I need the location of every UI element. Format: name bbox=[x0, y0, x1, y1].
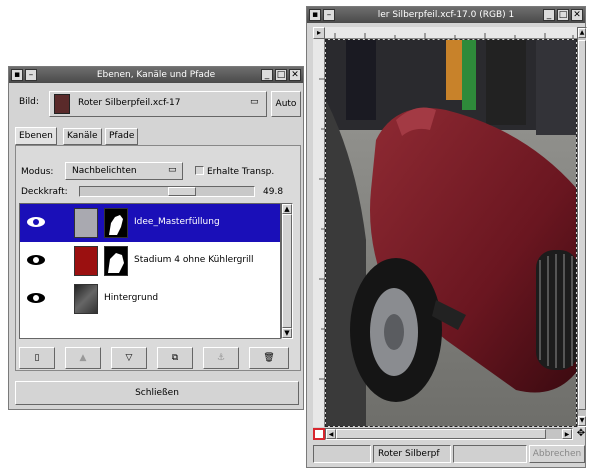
menu-arrow-icon[interactable]: ▸ bbox=[313, 27, 325, 39]
delete-layer-button[interactable]: 🗑 bbox=[249, 347, 289, 369]
horizontal-ruler bbox=[325, 27, 577, 39]
scroll-down-icon[interactable]: ▼ bbox=[282, 328, 292, 338]
raise-icon: ▲ bbox=[79, 353, 87, 363]
layer-thumbnail bbox=[74, 246, 98, 276]
eye-icon[interactable] bbox=[26, 292, 46, 304]
opacity-label: Deckkraft: bbox=[21, 187, 68, 197]
dropdown-icon: ▭ bbox=[168, 165, 177, 175]
mode-value: Nachbelichten bbox=[72, 166, 137, 176]
close-icon[interactable]: ✕ bbox=[289, 69, 301, 81]
auto-button[interactable]: Auto bbox=[271, 91, 301, 117]
new-layer-icon: ▯ bbox=[34, 353, 40, 363]
navigate-icon[interactable]: ✥ bbox=[575, 428, 587, 440]
scroll-up-icon[interactable]: ▲ bbox=[282, 204, 292, 214]
maximize-icon[interactable]: □ bbox=[557, 9, 569, 21]
lower-layer-button[interactable]: ▽ bbox=[111, 347, 147, 369]
scroll-down-icon[interactable]: ▼ bbox=[578, 416, 586, 426]
scrollbar-thumb[interactable] bbox=[578, 40, 586, 410]
duplicate-icon: ⧉ bbox=[171, 353, 179, 363]
layer-mask-thumbnail bbox=[104, 246, 128, 276]
image-window-title: ler Silberpfeil.xcf-17.0 (RGB) 1 bbox=[377, 10, 515, 20]
eye-icon[interactable] bbox=[26, 216, 46, 228]
dialog-titlebar[interactable]: ▪ – Ebenen, Kanäle und Pfade _ □ ✕ bbox=[9, 67, 303, 83]
opacity-value: 49.8 bbox=[263, 187, 284, 197]
image-window: ▪ – ler Silberpfeil.xcf-17.0 (RGB) 1 _ □… bbox=[306, 6, 587, 468]
window-menu-icon[interactable]: ▪ bbox=[309, 9, 321, 21]
keep-transparency-label: Erhalte Transp. bbox=[207, 167, 275, 177]
tab-channels[interactable]: Kanäle bbox=[63, 128, 102, 145]
image-select[interactable]: Roter Silberpfeil.xcf-17 ▭ bbox=[49, 91, 267, 117]
image-titlebar[interactable]: ▪ – ler Silberpfeil.xcf-17.0 (RGB) 1 _ □… bbox=[307, 7, 585, 23]
minimize-left-icon[interactable]: – bbox=[25, 69, 37, 81]
layer-row[interactable]: Hintergrund bbox=[20, 280, 280, 318]
keep-transparency-checkbox[interactable] bbox=[195, 166, 204, 175]
layer-name: Idee_Masterfüllung bbox=[134, 217, 220, 227]
image-label: Bild: bbox=[19, 97, 39, 107]
lower-icon: ▽ bbox=[125, 353, 133, 363]
layer-row[interactable]: Stadium 4 ohne Kühlergrill bbox=[20, 242, 280, 280]
anchor-icon: ⚓ bbox=[216, 353, 226, 363]
quickmask-toggle-icon[interactable] bbox=[313, 428, 325, 440]
tab-paths[interactable]: Pfade bbox=[105, 128, 139, 145]
opacity-slider[interactable] bbox=[79, 186, 255, 197]
horizontal-scrollbar[interactable]: ◀ ▶ bbox=[325, 428, 573, 440]
car-photo bbox=[326, 40, 576, 426]
dialog-title: Ebenen, Kanäle und Pfade bbox=[96, 70, 216, 80]
layer-row[interactable]: Idee_Masterfüllung bbox=[20, 204, 280, 242]
layers-list: Idee_Masterfüllung Stadium 4 ohne Kühler… bbox=[19, 203, 281, 339]
tab-layers[interactable]: Ebenen bbox=[15, 127, 57, 145]
new-layer-button[interactable]: ▯ bbox=[19, 347, 55, 369]
minimize-icon[interactable]: _ bbox=[543, 9, 555, 21]
layer-thumbnail bbox=[74, 284, 98, 314]
image-name: Roter Silberpfeil.xcf-17 bbox=[78, 98, 181, 108]
layer-name: Hintergrund bbox=[104, 293, 159, 303]
scrollbar-thumb[interactable] bbox=[282, 214, 292, 328]
anchor-layer-button[interactable]: ⚓ bbox=[203, 347, 239, 369]
close-button[interactable]: Schließen bbox=[15, 381, 299, 405]
opacity-slider-handle[interactable] bbox=[168, 187, 196, 196]
vertical-scrollbar[interactable]: ▲ ▼ bbox=[577, 27, 587, 427]
duplicate-layer-button[interactable]: ⧉ bbox=[157, 347, 193, 369]
maximize-icon[interactable]: □ bbox=[275, 69, 287, 81]
scroll-up-icon[interactable]: ▲ bbox=[578, 28, 586, 38]
scroll-right-icon[interactable]: ▶ bbox=[562, 429, 572, 439]
cancel-button[interactable]: Abbrechen bbox=[529, 445, 585, 463]
layers-scrollbar[interactable]: ▲ ▼ bbox=[281, 203, 293, 339]
window-menu-icon[interactable]: ▪ bbox=[11, 69, 23, 81]
layer-thumbnail bbox=[74, 208, 98, 238]
layer-mask-thumbnail bbox=[104, 208, 128, 238]
image-thumbnail bbox=[54, 94, 70, 114]
mode-select[interactable]: Nachbelichten ▭ bbox=[65, 162, 183, 180]
vertical-ruler bbox=[313, 39, 325, 427]
trash-icon: 🗑 bbox=[263, 353, 275, 363]
layers-dialog: ▪ – Ebenen, Kanäle und Pfade _ □ ✕ Bild:… bbox=[8, 66, 304, 410]
status-name: Roter Silberpf bbox=[378, 449, 440, 459]
image-canvas[interactable] bbox=[325, 39, 577, 427]
layer-name: Stadium 4 ohne Kühlergrill bbox=[134, 255, 254, 265]
raise-layer-button[interactable]: ▲ bbox=[65, 347, 101, 369]
mode-label: Modus: bbox=[21, 167, 54, 177]
dropdown-icon: ▭ bbox=[250, 97, 259, 107]
scroll-left-icon[interactable]: ◀ bbox=[326, 429, 336, 439]
status-field: Roter Silberpf bbox=[373, 445, 451, 463]
scrollbar-thumb[interactable] bbox=[336, 429, 546, 439]
coordinates-field bbox=[313, 445, 371, 463]
close-icon[interactable]: ✕ bbox=[571, 9, 583, 21]
minimize-icon[interactable]: _ bbox=[261, 69, 273, 81]
eye-icon[interactable] bbox=[26, 254, 46, 266]
minimize-left-icon[interactable]: – bbox=[323, 9, 335, 21]
progress-bar bbox=[453, 445, 527, 463]
